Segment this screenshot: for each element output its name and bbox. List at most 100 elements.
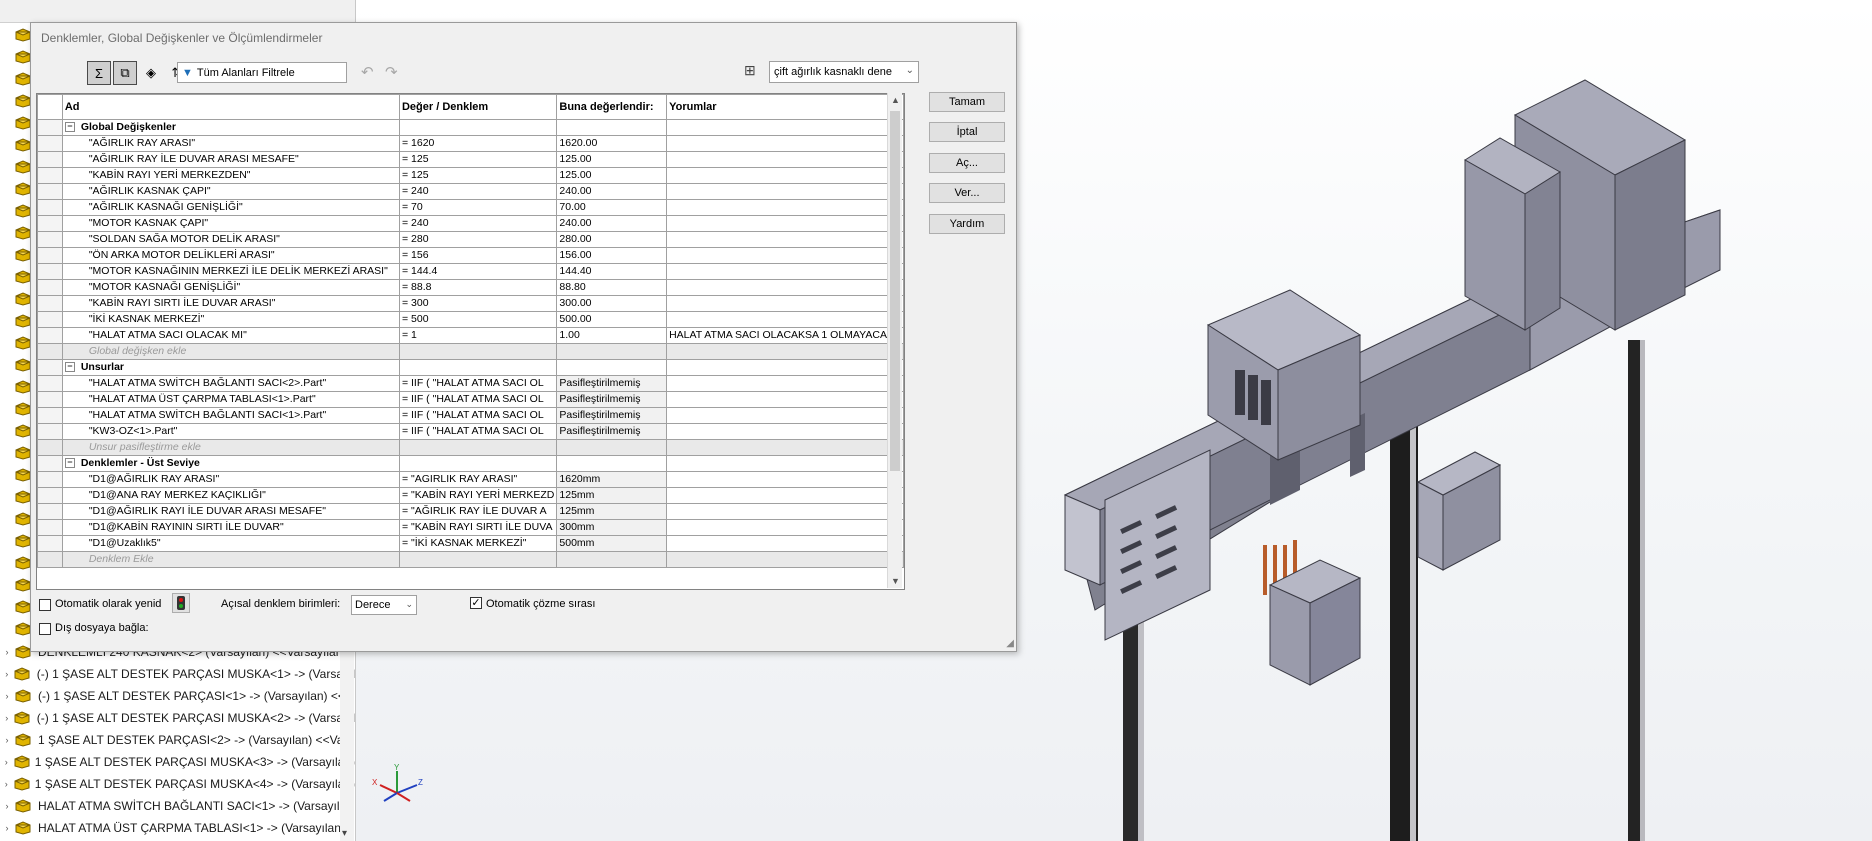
- row-selector[interactable]: [37, 551, 63, 568]
- name-cell[interactable]: "D1@ANA RAY MERKEZ KAÇIKLIĞI": [61, 487, 400, 504]
- grid-scrollbar[interactable]: ▲ ▼: [887, 93, 902, 588]
- evaluates-cell[interactable]: Pasifleştirilmemiş: [556, 407, 668, 424]
- value-cell[interactable]: = IIF ( "HALAT ATMA SACI OL: [398, 423, 558, 440]
- comment-cell[interactable]: [666, 167, 904, 184]
- row-selector[interactable]: [37, 119, 63, 136]
- table-row[interactable]: "D1@ANA RAY MERKEZ KAÇIKLIĞI" = "KABİN RA…: [37, 487, 904, 504]
- table-row[interactable]: "MOTOR KASNAK ÇAPI" = 240 240.00: [37, 215, 904, 232]
- table-row[interactable]: "HALAT ATMA ÜST ÇARPMA TABLASI<1>.Part" =…: [37, 391, 904, 408]
- value-cell[interactable]: = 125: [398, 167, 558, 184]
- evaluates-cell[interactable]: 280.00: [556, 231, 668, 248]
- row-selector[interactable]: [37, 231, 63, 248]
- value-cell[interactable]: = 156: [398, 247, 558, 264]
- row-selector[interactable]: [37, 503, 63, 520]
- row-selector[interactable]: [37, 167, 63, 184]
- comment-cell[interactable]: [666, 199, 904, 216]
- view-orientation-triad[interactable]: Y X Z: [372, 763, 432, 813]
- ok-button[interactable]: Tamam: [929, 92, 1005, 112]
- row-selector[interactable]: [37, 263, 63, 280]
- name-cell[interactable]: "D1@Uzaklık5": [61, 535, 400, 552]
- row-selector[interactable]: [37, 439, 63, 456]
- angular-units-select[interactable]: Derece ⌄: [351, 595, 417, 615]
- table-row[interactable]: "MOTOR KASNAĞI GENİŞLİĞİ" = 88.8 88.80: [37, 279, 904, 296]
- open-button[interactable]: Aç...: [929, 153, 1005, 173]
- add-entry-cell[interactable]: Global değişken ekle: [61, 343, 400, 360]
- name-cell[interactable]: "HALAT ATMA SWİTCH BAĞLANTI SACI<2>.Part…: [61, 375, 400, 392]
- configuration-select[interactable]: çift ağırlık kasnaklı dene ⌄: [769, 61, 919, 83]
- value-cell[interactable]: = 1620: [398, 135, 558, 152]
- table-row[interactable]: "D1@AĞIRLIK RAYI İLE DUVAR ARASI MESAFE"…: [37, 503, 904, 520]
- tree-item[interactable]: › (-) 1 ŞASE ALT DESTEK PARÇASI<1> -> (Va…: [0, 685, 355, 707]
- resize-grip-icon[interactable]: ◢: [1006, 638, 1014, 649]
- expand-arrow-icon[interactable]: ›: [0, 647, 14, 657]
- elevator-machine-frame-model[interactable]: [1060, 70, 1740, 841]
- add-entry-cell[interactable]: Unsur pasifleştirme ekle: [61, 439, 400, 456]
- add-global-variable-row[interactable]: Global değişken ekle: [37, 343, 904, 360]
- value-cell[interactable]: = "AGIRLIK RAY ARASI": [398, 471, 558, 488]
- expand-arrow-icon[interactable]: ›: [0, 669, 13, 679]
- row-selector[interactable]: [37, 183, 63, 200]
- comment-cell[interactable]: [666, 535, 904, 552]
- scroll-down-icon[interactable]: ▾: [342, 828, 347, 839]
- comment-cell[interactable]: [666, 231, 904, 248]
- comment-cell[interactable]: [666, 151, 904, 168]
- value-cell[interactable]: = 125: [398, 151, 558, 168]
- scroll-up-icon[interactable]: ▲: [891, 95, 900, 105]
- group-row-globals[interactable]: − Global Değişkenler: [37, 119, 904, 136]
- value-cell[interactable]: = IIF ( "HALAT ATMA SACI OL: [398, 391, 558, 408]
- evaluates-cell[interactable]: 500mm: [556, 535, 668, 552]
- table-row[interactable]: "ÖN ARKA MOTOR DELİKLERİ ARASI" = 156 156.…: [37, 247, 904, 264]
- evaluates-cell[interactable]: 125.00: [556, 151, 668, 168]
- comment-cell[interactable]: [666, 247, 904, 264]
- row-selector[interactable]: [37, 215, 63, 232]
- evaluates-cell[interactable]: 144.40: [556, 263, 668, 280]
- group-header[interactable]: − Global Değişkenler: [61, 119, 400, 136]
- name-cell[interactable]: "HALAT ATMA SACI OLACAK MI": [61, 327, 400, 344]
- evaluates-cell[interactable]: 88.80: [556, 279, 668, 296]
- row-selector[interactable]: [37, 311, 63, 328]
- value-cell[interactable]: = 280: [398, 231, 558, 248]
- evaluates-cell[interactable]: 300.00: [556, 295, 668, 312]
- comment-cell[interactable]: [666, 391, 904, 408]
- comment-cell[interactable]: [666, 423, 904, 440]
- name-cell[interactable]: "KABİN RAYI SIRTI İLE DUVAR ARASI": [61, 295, 400, 312]
- row-selector[interactable]: [37, 295, 63, 312]
- row-selector[interactable]: [37, 375, 63, 392]
- link-external-file-checkbox[interactable]: [39, 623, 51, 635]
- evaluates-cell[interactable]: 240.00: [556, 183, 668, 200]
- evaluates-cell[interactable]: 1620mm: [556, 471, 668, 488]
- evaluates-cell[interactable]: 1620.00: [556, 135, 668, 152]
- row-selector[interactable]: [37, 391, 63, 408]
- group-header[interactable]: − Denklemler - Üst Seviye: [61, 455, 400, 472]
- add-feature-suppression-row[interactable]: Unsur pasifleştirme ekle: [37, 439, 904, 456]
- comment-cell[interactable]: [666, 503, 904, 520]
- table-row[interactable]: "AĞIRLIK RAY İLE DUVAR ARASI MESAFE" = 12…: [37, 151, 904, 168]
- row-selector[interactable]: [37, 247, 63, 264]
- row-selector[interactable]: [37, 519, 63, 536]
- evaluates-cell[interactable]: Pasifleştirilmemiş: [556, 423, 668, 440]
- value-cell[interactable]: = 144.4: [398, 263, 558, 280]
- expand-arrow-icon[interactable]: ›: [0, 691, 14, 701]
- table-row[interactable]: "İKİ KASNAK MERKEZİ" = 500 500.00: [37, 311, 904, 328]
- evaluates-cell[interactable]: 240.00: [556, 215, 668, 232]
- name-cell[interactable]: "HALAT ATMA ÜST ÇARPMA TABLASI<1>.Part": [61, 391, 400, 408]
- table-row[interactable]: "MOTOR KASNAĞININ MERKEZİ İLE DELİK MERK…: [37, 263, 904, 280]
- comment-cell[interactable]: [666, 295, 904, 312]
- value-cell[interactable]: = 70: [398, 199, 558, 216]
- name-cell[interactable]: "KABİN RAYI YERİ MERKEZDEN": [61, 167, 400, 184]
- value-cell[interactable]: = 240: [398, 215, 558, 232]
- expand-arrow-icon[interactable]: ›: [0, 779, 13, 789]
- value-cell[interactable]: = 500: [398, 311, 558, 328]
- undo-icon[interactable]: ↶: [361, 63, 374, 81]
- comment-cell[interactable]: HALAT ATMA SACI OLACAKSA 1 OLMAYACAKS: [666, 327, 904, 344]
- group-row-equations[interactable]: − Denklemler - Üst Seviye: [37, 455, 904, 472]
- value-cell[interactable]: = 240: [398, 183, 558, 200]
- row-selector[interactable]: [37, 151, 63, 168]
- expand-arrow-icon[interactable]: ›: [0, 801, 14, 811]
- comment-cell[interactable]: [666, 471, 904, 488]
- comment-cell[interactable]: [666, 215, 904, 232]
- comment-cell[interactable]: [666, 135, 904, 152]
- name-cell[interactable]: "KW3-OZ<1>.Part": [61, 423, 400, 440]
- value-cell[interactable]: = "KABİN RAYI SIRTI İLE DUVA: [398, 519, 558, 536]
- name-cell[interactable]: "HALAT ATMA SWİTCH BAĞLANTI SACI<1>.Part…: [61, 407, 400, 424]
